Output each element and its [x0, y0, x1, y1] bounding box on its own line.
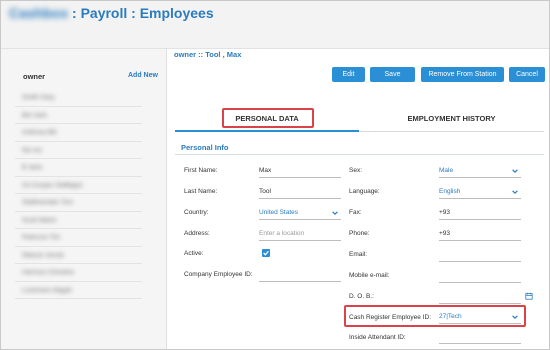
- header-bar: Cashbox : Payroll : Employees: [1, 1, 549, 49]
- language-select[interactable]: English: [439, 185, 521, 199]
- email-label: Email:: [349, 251, 368, 258]
- calendar-icon[interactable]: [525, 292, 533, 300]
- list-item-label: Smith Gary: [22, 94, 55, 101]
- language-value: English: [439, 188, 461, 195]
- list-item[interactable]: Nix Ice: [15, 142, 142, 159]
- list-item-label: B Jane: [22, 164, 43, 171]
- inside-attendant-id-label: Inside Attendant ID:: [349, 334, 406, 341]
- inside-attendant-id-field[interactable]: [439, 332, 521, 344]
- list-item[interactable]: Scott Walsh: [15, 212, 142, 229]
- employee-list-panel: owner Add New Smith Gary Bet Jack Anthon…: [1, 49, 167, 349]
- phone-field[interactable]: +93: [439, 227, 521, 241]
- list-item[interactable]: B Jane: [15, 159, 142, 177]
- list-item[interactable]: Harrison Christine: [15, 264, 142, 282]
- country-select[interactable]: United States: [259, 206, 341, 220]
- company-employee-id-field[interactable]: [259, 268, 341, 282]
- page-title: Cashbox : Payroll : Employees: [9, 5, 214, 21]
- page-title-text: : Payroll : Employees: [68, 5, 214, 21]
- chevron-down-icon: [512, 190, 518, 195]
- dob-label: D. O. B.:: [349, 293, 374, 300]
- fax-field[interactable]: +93: [439, 206, 521, 220]
- remove-from-station-button[interactable]: Remove From Station: [421, 67, 504, 82]
- active-label: Active:: [184, 250, 204, 257]
- section-title: Personal Info: [181, 143, 229, 152]
- section-divider: [175, 154, 544, 155]
- list-item[interactable]: Watson Jessie: [15, 247, 142, 264]
- list-item-label: Bet Jack: [22, 111, 47, 119]
- list-item-label: Art Cooper Staffapp1: [22, 181, 83, 189]
- check-icon: [263, 250, 269, 256]
- breadcrumb: owner :: Tool , Max: [174, 50, 242, 59]
- fax-label: Fax:: [349, 209, 362, 216]
- cancel-button[interactable]: Cancel: [509, 67, 545, 82]
- employee-list: Smith Gary Bet Jack Anthony Bill Nix Ice…: [15, 89, 142, 299]
- language-label: Language:: [349, 188, 380, 195]
- save-button[interactable]: Save: [370, 67, 415, 82]
- sex-label: Sex:: [349, 167, 363, 174]
- add-new-link[interactable]: Add New: [128, 72, 158, 79]
- list-item[interactable]: Staffmember Tom: [15, 194, 142, 212]
- list-item[interactable]: Anthony Bill: [15, 124, 142, 142]
- list-item[interactable]: Bet Jack: [15, 107, 142, 124]
- list-item-label: Harrison Christine: [22, 269, 75, 276]
- active-checkbox[interactable]: [262, 249, 270, 257]
- company-employee-id-label: Company Employee ID:: [184, 271, 253, 278]
- list-item[interactable]: Lockmere Abigail: [15, 282, 142, 299]
- address-field[interactable]: Enter a location: [259, 227, 341, 241]
- list-item[interactable]: Art Cooper Staffapp1: [15, 177, 142, 194]
- address-label: Address:: [184, 230, 210, 237]
- list-item[interactable]: Smith Gary: [15, 89, 142, 107]
- tab-employment-history[interactable]: EMPLOYMENT HISTORY: [359, 108, 544, 132]
- highlight-box: [344, 305, 526, 327]
- employee-list-header: owner: [23, 72, 46, 81]
- edit-button[interactable]: Edit: [332, 67, 365, 82]
- chevron-down-icon: [512, 169, 518, 174]
- list-item[interactable]: Peterson Tim: [15, 229, 142, 247]
- phone-label: Phone:: [349, 230, 370, 237]
- country-value: United States: [259, 209, 299, 216]
- list-item-label: Scott Walsh: [22, 216, 57, 224]
- mobile-email-field[interactable]: [439, 269, 521, 283]
- mobile-email-label: Mobile e-mail:: [349, 272, 390, 279]
- chevron-down-icon: [332, 211, 338, 216]
- company-name-blurred: Cashbox: [9, 5, 69, 21]
- email-field[interactable]: [439, 248, 521, 262]
- list-item-label: Staffmember Tom: [22, 199, 74, 206]
- list-item-label: Peterson Tim: [22, 234, 61, 241]
- dob-field[interactable]: [439, 290, 521, 304]
- highlight-box: [222, 108, 314, 128]
- first-name-label: First Name:: [184, 167, 218, 174]
- list-item-label: Anthony Bill: [22, 129, 57, 136]
- last-name-field[interactable]: Tool: [259, 185, 341, 199]
- sex-select[interactable]: Male: [439, 164, 521, 178]
- last-name-label: Last Name:: [184, 188, 218, 195]
- list-item-label: Nix Ice: [22, 146, 42, 154]
- country-label: Country:: [184, 209, 209, 216]
- sex-value: Male: [439, 167, 454, 174]
- first-name-field[interactable]: Max: [259, 164, 341, 178]
- list-item-label: Lockmere Abigail: [22, 286, 72, 294]
- list-item-label: Watson Jessie: [22, 251, 65, 259]
